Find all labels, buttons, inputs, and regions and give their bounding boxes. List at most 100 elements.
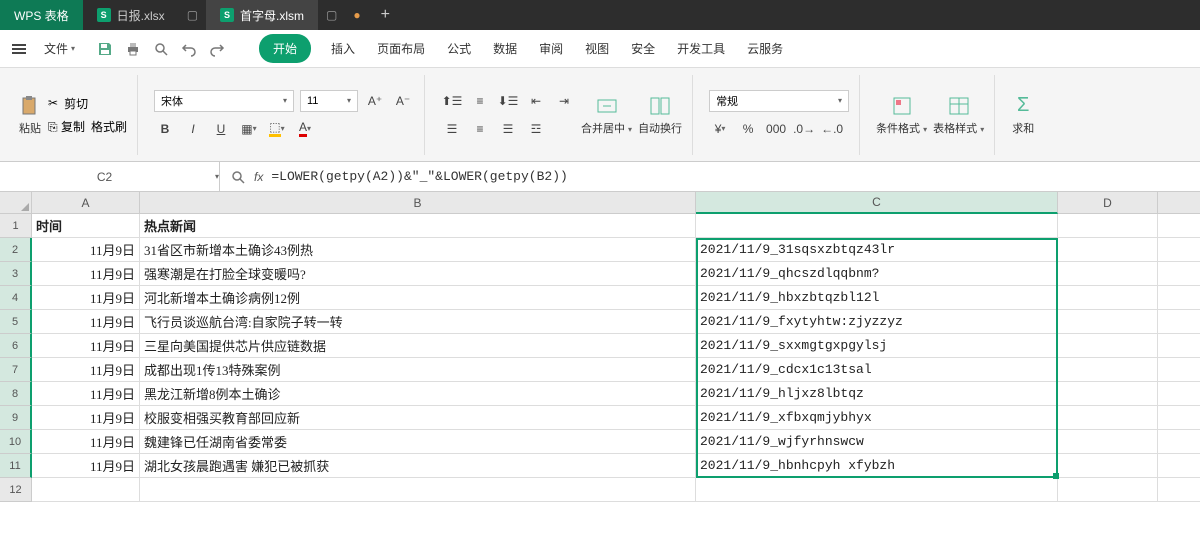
- column-header[interactable]: C: [696, 192, 1058, 214]
- row-header[interactable]: 3: [0, 262, 32, 286]
- indent-left-icon[interactable]: ⇤: [525, 90, 547, 112]
- cell[interactable]: 强寒潮是在打脸全球变暖吗?: [140, 262, 696, 286]
- cell[interactable]: 2021/11/9_wjfyrhnswcw: [696, 430, 1058, 454]
- tab-window-icon[interactable]: ▢: [318, 0, 345, 30]
- cell[interactable]: 31省区市新增本土确诊43例热: [140, 238, 696, 262]
- percent-icon[interactable]: %: [737, 118, 759, 140]
- workbook-tab[interactable]: S 日报.xlsx: [83, 0, 179, 30]
- file-menu[interactable]: 文件▾: [36, 36, 83, 61]
- cell[interactable]: 2021/11/9_hbxzbtqzbl12l: [696, 286, 1058, 310]
- select-all-corner[interactable]: [0, 192, 32, 214]
- indent-right-icon[interactable]: ⇥: [553, 90, 575, 112]
- cell[interactable]: 飞行员谈巡航台湾:自家院子转一转: [140, 310, 696, 334]
- cell[interactable]: [1058, 238, 1158, 262]
- conditional-formatting-button[interactable]: 条件格式 ▾: [876, 94, 927, 136]
- cell[interactable]: [1158, 454, 1200, 478]
- cell[interactable]: [140, 478, 696, 502]
- cell[interactable]: [1158, 310, 1200, 334]
- cell[interactable]: [1158, 262, 1200, 286]
- cell[interactable]: [1058, 382, 1158, 406]
- row-header[interactable]: 2: [0, 238, 32, 262]
- cell[interactable]: [1158, 430, 1200, 454]
- cell[interactable]: 11月9日: [32, 454, 140, 478]
- cell[interactable]: [1058, 214, 1158, 238]
- cell[interactable]: [1158, 478, 1200, 502]
- cell[interactable]: 2021/11/9_hbnhcpyh xfybzh: [696, 454, 1058, 478]
- cell[interactable]: [1058, 454, 1158, 478]
- new-tab-button[interactable]: +: [369, 0, 402, 30]
- cell[interactable]: 11月9日: [32, 430, 140, 454]
- tab-security[interactable]: 安全: [629, 34, 657, 63]
- tab-developer[interactable]: 开发工具: [675, 34, 727, 63]
- decrease-decimal-icon[interactable]: ←.0: [821, 118, 843, 140]
- tab-insert[interactable]: 插入: [329, 34, 357, 63]
- align-right-icon[interactable]: ☰: [497, 118, 519, 140]
- row-header[interactable]: 7: [0, 358, 32, 382]
- cell[interactable]: 2021/11/9_cdcx1c13tsal: [696, 358, 1058, 382]
- cell[interactable]: [1058, 406, 1158, 430]
- distribute-icon[interactable]: ☲: [525, 118, 547, 140]
- currency-icon[interactable]: ¥▾: [709, 118, 731, 140]
- cell[interactable]: [1058, 478, 1158, 502]
- row-header[interactable]: 5: [0, 310, 32, 334]
- cell[interactable]: [1158, 334, 1200, 358]
- cell[interactable]: 11月9日: [32, 382, 140, 406]
- row-header[interactable]: 11: [0, 454, 32, 478]
- cell[interactable]: [1058, 334, 1158, 358]
- cell[interactable]: 2021/11/9_fxytyhtw:zjyzzyz: [696, 310, 1058, 334]
- cell[interactable]: [696, 214, 1058, 238]
- undo-icon[interactable]: [181, 41, 197, 57]
- cell[interactable]: 11月9日: [32, 406, 140, 430]
- cell[interactable]: [1058, 262, 1158, 286]
- cell[interactable]: [696, 478, 1058, 502]
- cell[interactable]: 11月9日: [32, 334, 140, 358]
- workbook-tab[interactable]: S 首字母.xlsm: [206, 0, 318, 30]
- cell[interactable]: 湖北女孩晨跑遇害 嫌犯已被抓获: [140, 454, 696, 478]
- cell[interactable]: 2021/11/9_qhcszdlqqbnm?: [696, 262, 1058, 286]
- increase-font-icon[interactable]: A⁺: [364, 90, 386, 112]
- font-size-combo[interactable]: 11▾: [300, 90, 358, 112]
- sum-button[interactable]: Σ 求和: [1011, 94, 1035, 136]
- merge-center-button[interactable]: 合并居中 ▾: [581, 94, 632, 136]
- format-painter-button[interactable]: 格式刷: [91, 118, 127, 135]
- italic-button[interactable]: I: [182, 118, 204, 140]
- cell[interactable]: 2021/11/9_xfbxqmjybhyx: [696, 406, 1058, 430]
- cell[interactable]: 成都出现1传13特殊案例: [140, 358, 696, 382]
- increase-decimal-icon[interactable]: .0→: [793, 118, 815, 140]
- comma-icon[interactable]: 000: [765, 118, 787, 140]
- cell[interactable]: [1058, 358, 1158, 382]
- cell[interactable]: 河北新增本土确诊病例12例: [140, 286, 696, 310]
- font-name-combo[interactable]: 宋体▾: [154, 90, 294, 112]
- align-top-icon[interactable]: ⬆☰: [441, 90, 463, 112]
- column-header[interactable]: A: [32, 192, 140, 214]
- cell[interactable]: [1158, 286, 1200, 310]
- tab-dot-icon[interactable]: ●: [345, 0, 368, 30]
- cell[interactable]: 魏建锋已任湖南省委常委: [140, 430, 696, 454]
- cell[interactable]: [1058, 310, 1158, 334]
- hamburger-icon[interactable]: [8, 40, 30, 58]
- cell[interactable]: [1158, 382, 1200, 406]
- align-center-icon[interactable]: ≡: [469, 118, 491, 140]
- cell[interactable]: 2021/11/9_hljxz8lbtqz: [696, 382, 1058, 406]
- namebox-dropdown-icon[interactable]: ▾: [215, 172, 219, 181]
- bold-button[interactable]: B: [154, 118, 176, 140]
- row-header[interactable]: 4: [0, 286, 32, 310]
- tab-data[interactable]: 数据: [491, 34, 519, 63]
- cell[interactable]: [1058, 430, 1158, 454]
- fx-search-icon[interactable]: [230, 169, 246, 185]
- column-header[interactable]: B: [140, 192, 696, 214]
- cell[interactable]: 黑龙江新增8例本土确诊: [140, 382, 696, 406]
- row-header[interactable]: 1: [0, 214, 32, 238]
- cell[interactable]: 11月9日: [32, 358, 140, 382]
- align-bottom-icon[interactable]: ⬇☰: [497, 90, 519, 112]
- cell[interactable]: 时间: [32, 214, 140, 238]
- font-color-button[interactable]: A▾: [294, 118, 316, 140]
- cell[interactable]: 11月9日: [32, 310, 140, 334]
- fill-color-button[interactable]: ⬚▾: [266, 118, 288, 140]
- print-icon[interactable]: [125, 41, 141, 57]
- cell[interactable]: 三星向美国提供芯片供应链数据: [140, 334, 696, 358]
- cell[interactable]: 热点新闻: [140, 214, 696, 238]
- align-middle-icon[interactable]: ≡: [469, 90, 491, 112]
- column-header[interactable]: D: [1058, 192, 1158, 214]
- save-icon[interactable]: [97, 41, 113, 57]
